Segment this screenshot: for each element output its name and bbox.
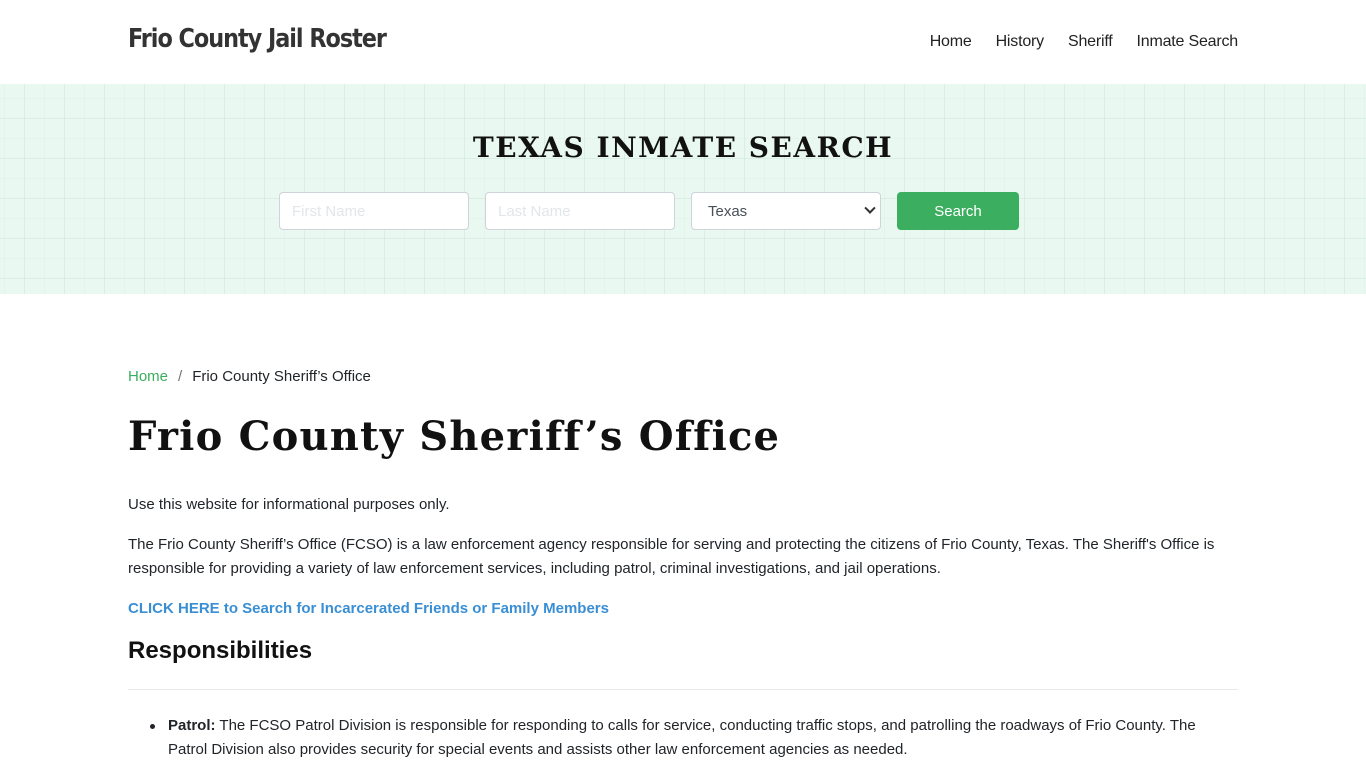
site-header: Frio County Jail Roster Home History She… [0,0,1366,84]
main-nav: Home History Sheriff Inmate Search [906,33,1239,51]
inmate-search-form: Texas Search [279,192,1019,230]
nav-home-link[interactable]: Home [930,33,972,51]
breadcrumb: Home / Frio County Sheriff’s Office [128,368,1238,385]
hero-title: TEXAS INMATE SEARCH [472,131,894,164]
main-content: Home / Frio County Sheriff’s Office Frio… [128,294,1238,762]
responsibility-text: The FCSO Patrol Division is responsible … [168,717,1196,758]
responsibility-term: Patrol: [168,717,216,734]
breadcrumb-separator: / [178,368,183,385]
search-button[interactable]: Search [897,192,1019,230]
section-heading-responsibilities: Responsibilities [128,637,313,664]
page-title: Frio County Sheriff’s Office [128,413,781,460]
search-incarcerated-link[interactable]: CLICK HERE to Search for Incarcerated Fr… [128,597,1238,621]
nav-inmate-search-link[interactable]: Inmate Search [1137,33,1239,51]
intro-paragraph: The Frio County Sheriff’s Office (FCSO) … [128,536,1215,577]
site-brand-link[interactable]: Frio County Jail Roster [128,24,387,54]
state-select[interactable]: Texas [691,192,881,230]
nav-history-link[interactable]: History [996,33,1045,51]
last-name-input[interactable] [485,192,675,230]
chevron-down-icon [864,202,876,214]
responsibilities-list: Patrol: The FCSO Patrol Division is resp… [128,714,1238,762]
breadcrumb-current: Frio County Sheriff’s Office [192,368,371,385]
section-divider [128,689,1238,690]
disclaimer-text: Use this website for informational purpo… [128,496,450,513]
nav-sheriff-link[interactable]: Sheriff [1068,33,1113,51]
first-name-input[interactable] [279,192,469,230]
breadcrumb-home-link[interactable]: Home [128,368,168,385]
state-select-value: Texas [708,202,748,220]
list-item: Patrol: The FCSO Patrol Division is resp… [150,714,1238,762]
inmate-search-hero: TEXAS INMATE SEARCH Texas Search [0,84,1366,294]
